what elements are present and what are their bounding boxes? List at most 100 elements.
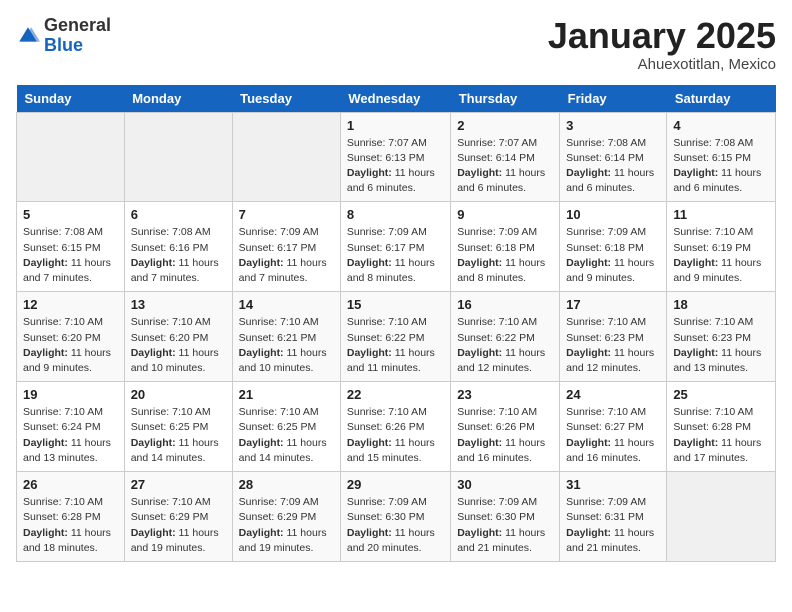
day-info: Sunrise: 7:07 AMSunset: 6:14 PMDaylight:… [457, 136, 553, 197]
calendar-cell: 30 Sunrise: 7:09 AMSunset: 6:30 PMDayligh… [451, 472, 560, 562]
calendar-cell: 11 Sunrise: 7:10 AMSunset: 6:19 PMDayligh… [667, 202, 776, 292]
calendar-cell: 8Sunrise: 7:09 AMSunset: 6:17 PMDaylight… [340, 202, 450, 292]
calendar-cell: 6Sunrise: 7:08 AMSunset: 6:16 PMDaylight… [124, 202, 232, 292]
weekday-header-tuesday: Tuesday [232, 85, 340, 113]
day-info: Sunrise: 7:07 AMSunset: 6:13 PMDaylight:… [347, 136, 444, 197]
day-number: 2 [457, 118, 553, 133]
calendar-cell: 28 Sunrise: 7:09 AMSunset: 6:29 PMDayligh… [232, 472, 340, 562]
day-number: 25 [673, 387, 769, 402]
day-info: Sunrise: 7:10 AMSunset: 6:29 PMDaylight:… [131, 495, 226, 556]
calendar-subtitle: Ahuexotitlan, Mexico [548, 56, 776, 73]
calendar-cell: 3 Sunrise: 7:08 AMSunset: 6:14 PMDaylight… [560, 112, 667, 202]
day-number: 14 [239, 297, 334, 312]
day-info: Sunrise: 7:10 AMSunset: 6:23 PMDaylight:… [673, 315, 769, 376]
day-number: 10 [566, 207, 660, 222]
calendar-week-5: 26 Sunrise: 7:10 AMSunset: 6:28 PMDayligh… [17, 472, 776, 562]
day-info: Sunrise: 7:10 AMSunset: 6:25 PMDaylight:… [131, 405, 226, 466]
calendar-cell: 18 Sunrise: 7:10 AMSunset: 6:23 PMDayligh… [667, 292, 776, 382]
calendar-cell: 7Sunrise: 7:09 AMSunset: 6:17 PMDaylight… [232, 202, 340, 292]
day-number: 24 [566, 387, 660, 402]
title-block: January 2025 Ahuexotitlan, Mexico [548, 16, 776, 73]
day-info: Sunrise: 7:08 AMSunset: 6:14 PMDaylight:… [566, 136, 660, 197]
day-number: 8 [347, 207, 444, 222]
calendar-cell: 13Sunrise: 7:10 AMSunset: 6:20 PMDayligh… [124, 292, 232, 382]
day-number: 23 [457, 387, 553, 402]
day-info: Sunrise: 7:08 AMSunset: 6:15 PMDaylight:… [23, 225, 118, 286]
logo-general-text: General [44, 16, 111, 36]
day-info: Sunrise: 7:09 AMSunset: 6:29 PMDaylight:… [239, 495, 334, 556]
calendar-table: SundayMondayTuesdayWednesdayThursdayFrid… [16, 85, 776, 562]
calendar-week-2: 5 Sunrise: 7:08 AMSunset: 6:15 PMDaylight… [17, 202, 776, 292]
day-info: Sunrise: 7:09 AMSunset: 6:18 PMDaylight:… [566, 225, 660, 286]
day-info: Sunrise: 7:08 AMSunset: 6:16 PMDaylight:… [131, 225, 226, 286]
day-number: 16 [457, 297, 553, 312]
calendar-cell: 2 Sunrise: 7:07 AMSunset: 6:14 PMDaylight… [451, 112, 560, 202]
day-number: 19 [23, 387, 118, 402]
day-info: Sunrise: 7:09 AMSunset: 6:18 PMDaylight:… [457, 225, 553, 286]
calendar-cell: 9 Sunrise: 7:09 AMSunset: 6:18 PMDaylight… [451, 202, 560, 292]
day-number: 3 [566, 118, 660, 133]
day-info: Sunrise: 7:10 AMSunset: 6:20 PMDaylight:… [23, 315, 118, 376]
day-number: 20 [131, 387, 226, 402]
page-header: General Blue January 2025 Ahuexotitlan, … [16, 16, 776, 73]
day-info: Sunrise: 7:10 AMSunset: 6:23 PMDaylight:… [566, 315, 660, 376]
calendar-cell [667, 472, 776, 562]
calendar-cell: 26 Sunrise: 7:10 AMSunset: 6:28 PMDayligh… [17, 472, 125, 562]
day-number: 15 [347, 297, 444, 312]
day-number: 5 [23, 207, 118, 222]
weekday-header-monday: Monday [124, 85, 232, 113]
day-info: Sunrise: 7:09 AMSunset: 6:30 PMDaylight:… [457, 495, 553, 556]
day-info: Sunrise: 7:10 AMSunset: 6:28 PMDaylight:… [673, 405, 769, 466]
calendar-cell [17, 112, 125, 202]
calendar-cell: 14Sunrise: 7:10 AMSunset: 6:21 PMDayligh… [232, 292, 340, 382]
calendar-cell [124, 112, 232, 202]
calendar-cell: 5 Sunrise: 7:08 AMSunset: 6:15 PMDaylight… [17, 202, 125, 292]
logo-icon [16, 24, 40, 48]
day-info: Sunrise: 7:10 AMSunset: 6:22 PMDaylight:… [457, 315, 553, 376]
day-number: 17 [566, 297, 660, 312]
calendar-cell: 31 Sunrise: 7:09 AMSunset: 6:31 PMDayligh… [560, 472, 667, 562]
calendar-cell: 15Sunrise: 7:10 AMSunset: 6:22 PMDayligh… [340, 292, 450, 382]
weekday-header-sunday: Sunday [17, 85, 125, 113]
day-info: Sunrise: 7:10 AMSunset: 6:28 PMDaylight:… [23, 495, 118, 556]
day-number: 30 [457, 477, 553, 492]
calendar-cell: 19 Sunrise: 7:10 AMSunset: 6:24 PMDayligh… [17, 382, 125, 472]
calendar-week-4: 19 Sunrise: 7:10 AMSunset: 6:24 PMDayligh… [17, 382, 776, 472]
day-number: 31 [566, 477, 660, 492]
calendar-cell: 1 Sunrise: 7:07 AMSunset: 6:13 PMDaylight… [340, 112, 450, 202]
calendar-cell: 22Sunrise: 7:10 AMSunset: 6:26 PMDayligh… [340, 382, 450, 472]
day-number: 4 [673, 118, 769, 133]
day-number: 28 [239, 477, 334, 492]
day-number: 12 [23, 297, 118, 312]
calendar-cell: 10 Sunrise: 7:09 AMSunset: 6:18 PMDayligh… [560, 202, 667, 292]
day-info: Sunrise: 7:10 AMSunset: 6:25 PMDaylight:… [239, 405, 334, 466]
calendar-cell: 12 Sunrise: 7:10 AMSunset: 6:20 PMDayligh… [17, 292, 125, 382]
day-number: 11 [673, 207, 769, 222]
day-number: 18 [673, 297, 769, 312]
day-number: 26 [23, 477, 118, 492]
weekday-header-wednesday: Wednesday [340, 85, 450, 113]
calendar-cell: 25 Sunrise: 7:10 AMSunset: 6:28 PMDayligh… [667, 382, 776, 472]
day-number: 13 [131, 297, 226, 312]
calendar-title: January 2025 [548, 16, 776, 56]
logo-blue-text: Blue [44, 36, 111, 56]
weekday-header-friday: Friday [560, 85, 667, 113]
day-number: 27 [131, 477, 226, 492]
logo: General Blue [16, 16, 111, 56]
day-number: 21 [239, 387, 334, 402]
calendar-header: SundayMondayTuesdayWednesdayThursdayFrid… [17, 85, 776, 113]
calendar-cell: 24 Sunrise: 7:10 AMSunset: 6:27 PMDayligh… [560, 382, 667, 472]
day-info: Sunrise: 7:10 AMSunset: 6:19 PMDaylight:… [673, 225, 769, 286]
day-info: Sunrise: 7:10 AMSunset: 6:27 PMDaylight:… [566, 405, 660, 466]
calendar-cell: 4 Sunrise: 7:08 AMSunset: 6:15 PMDaylight… [667, 112, 776, 202]
day-info: Sunrise: 7:09 AMSunset: 6:31 PMDaylight:… [566, 495, 660, 556]
day-info: Sunrise: 7:08 AMSunset: 6:15 PMDaylight:… [673, 136, 769, 197]
day-number: 1 [347, 118, 444, 133]
weekday-header-thursday: Thursday [451, 85, 560, 113]
calendar-cell: 23Sunrise: 7:10 AMSunset: 6:26 PMDayligh… [451, 382, 560, 472]
weekday-header-saturday: Saturday [667, 85, 776, 113]
day-number: 9 [457, 207, 553, 222]
day-info: Sunrise: 7:09 AMSunset: 6:17 PMDaylight:… [239, 225, 334, 286]
calendar-cell: 21 Sunrise: 7:10 AMSunset: 6:25 PMDayligh… [232, 382, 340, 472]
day-info: Sunrise: 7:10 AMSunset: 6:24 PMDaylight:… [23, 405, 118, 466]
